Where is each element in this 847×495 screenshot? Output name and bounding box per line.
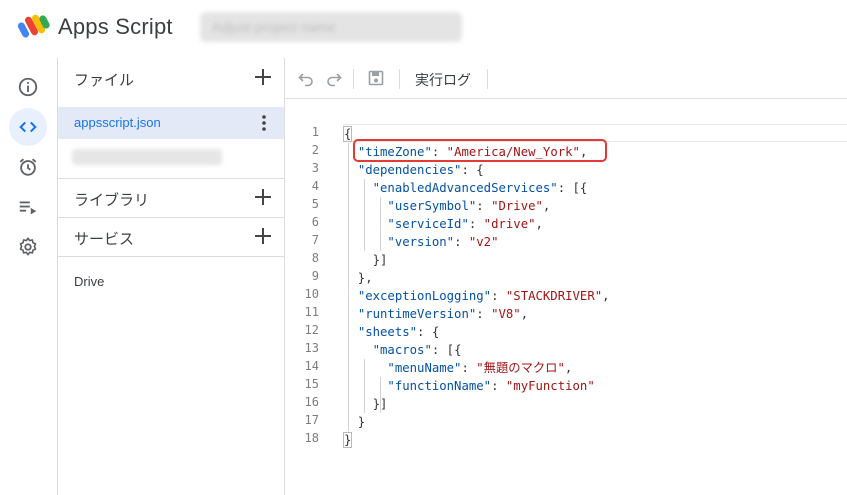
gear-icon: [19, 237, 37, 256]
overview-button[interactable]: [9, 68, 47, 106]
undo-icon[interactable]: [297, 69, 315, 87]
blurred-file-name: [72, 149, 222, 165]
line-number: 3: [311, 161, 319, 175]
line-number: 2: [311, 143, 319, 157]
code-line: "menuName": "無題のマクロ",: [387, 361, 573, 375]
libraries-label: ライブラリ: [74, 192, 150, 209]
app-title: Apps Script: [58, 14, 173, 39]
code-line: "sheets": {: [357, 325, 440, 339]
code-line: "macros": [{: [372, 343, 462, 357]
code-line: }]: [343, 397, 388, 411]
line-number: 5: [311, 197, 319, 211]
services-section-header: サービス: [58, 217, 284, 257]
add-service-plus-icon[interactable]: [252, 225, 274, 247]
line-number: 16: [304, 395, 319, 409]
code-line: },: [343, 271, 373, 285]
code-line: "dependencies": {: [357, 163, 484, 177]
code-line: "userSymbol": "Drive",: [387, 199, 551, 213]
line-number: 10: [304, 287, 319, 301]
file-item-appsscript-json[interactable]: appsscript.json: [58, 107, 284, 139]
line-number: 14: [304, 359, 319, 373]
line-number: 12: [304, 323, 319, 337]
left-nav-rail: [0, 58, 58, 495]
alarm-icon: [19, 158, 37, 176]
more-vert-icon[interactable]: [256, 114, 272, 132]
toolbar-separator: [399, 69, 400, 89]
toolbar-separator: [487, 69, 488, 89]
files-section-header: ファイル: [58, 58, 284, 98]
code-line: "functionName": "myFunction": [387, 379, 595, 393]
code-line: "runtimeVersion": "V8",: [357, 307, 529, 321]
line-number: 15: [304, 377, 319, 391]
file-item-script[interactable]: [58, 140, 284, 172]
info-icon: [18, 77, 38, 97]
redo-icon[interactable]: [325, 69, 343, 87]
code-line: "version": "v2": [387, 235, 499, 249]
executions-list-icon: [19, 201, 37, 215]
save-icon[interactable]: [367, 69, 385, 87]
toolbar-separator: [353, 69, 354, 89]
project-name-text: Adjust project name: [212, 19, 336, 35]
line-number: 13: [304, 341, 319, 355]
code-line: }: [343, 432, 353, 448]
line-number: 17: [304, 413, 319, 427]
code-line: {: [343, 126, 353, 142]
files-label: ファイル: [74, 72, 135, 89]
apps-script-logo: [18, 14, 50, 38]
line-number: 11: [304, 305, 319, 319]
code-line: }: [343, 415, 366, 429]
add-file-plus-icon[interactable]: [252, 66, 274, 88]
code-line: "enabledAdvancedServices": [{: [372, 181, 588, 195]
code-line: "serviceId": "drive",: [387, 217, 543, 231]
divider: [58, 256, 284, 257]
timezone-highlight-box: [353, 139, 607, 162]
services-label: サービス: [74, 231, 135, 248]
file-name: appsscript.json: [74, 115, 161, 130]
line-number: 8: [311, 251, 319, 265]
line-number: 6: [311, 215, 319, 229]
line-number: 18: [304, 431, 319, 445]
code-line: }]: [343, 253, 388, 267]
line-number: 1: [311, 125, 319, 139]
project-name[interactable]: Adjust project name: [200, 12, 462, 42]
top-bar: Apps Script Adjust project name: [0, 0, 847, 58]
triggers-button[interactable]: [9, 148, 47, 186]
editor-button[interactable]: [9, 108, 47, 146]
line-number: 9: [311, 269, 319, 283]
code-line: "exceptionLogging": "STACKDRIVER",: [357, 289, 610, 303]
settings-button[interactable]: [9, 228, 47, 266]
service-item-drive[interactable]: Drive: [74, 274, 104, 289]
line-number: 7: [311, 233, 319, 247]
add-library-plus-icon[interactable]: [252, 186, 274, 208]
execution-log-button[interactable]: 実行ログ: [415, 70, 471, 90]
line-number: 4: [311, 179, 319, 193]
code-icon: [19, 121, 37, 133]
libraries-section-header: ライブラリ: [58, 178, 284, 218]
executions-button[interactable]: [9, 188, 47, 226]
editor-toolbar: 実行ログ: [285, 58, 847, 99]
files-panel: ファイル appsscript.json ライブラリ サービス Drive: [58, 58, 285, 495]
